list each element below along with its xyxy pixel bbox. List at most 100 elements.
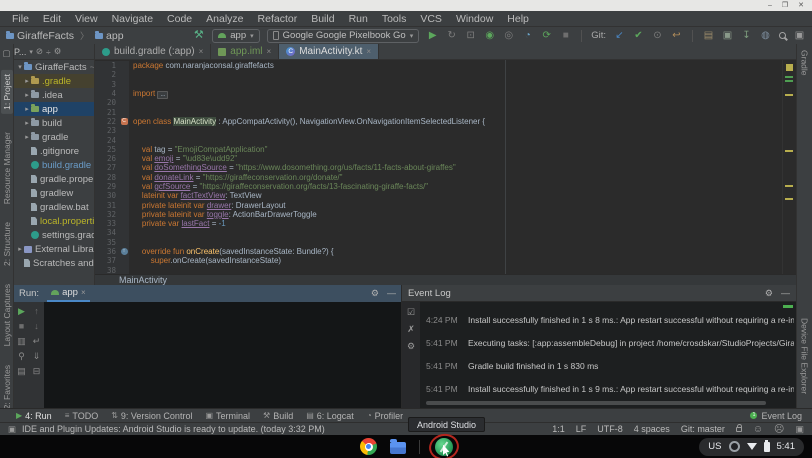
restore-layout-icon[interactable]: ▥ xyxy=(17,337,26,346)
run-tab-app[interactable]: app × xyxy=(47,285,90,302)
run-console[interactable] xyxy=(44,302,401,408)
git-revert-icon[interactable]: ↩ xyxy=(670,31,683,41)
tab-build-gradle-app-[interactable]: build.gradle (:app)× xyxy=(95,44,211,59)
editor-breadcrumb[interactable]: MainActivity xyxy=(95,274,796,285)
tree-item-gradle[interactable]: ▸gradle xyxy=(14,130,94,144)
locate-file-icon[interactable]: ⊘ xyxy=(36,46,43,57)
menu-view[interactable]: View xyxy=(68,13,105,25)
device-manager-icon[interactable]: ▤ xyxy=(702,31,715,41)
file-encoding[interactable]: UTF-8 xyxy=(597,424,623,434)
line-ending[interactable]: LF xyxy=(576,424,587,434)
tree-item--idea[interactable]: ▸.idea xyxy=(14,88,94,102)
error-stripe[interactable] xyxy=(782,60,796,274)
tree-item-gradlew-bat[interactable]: gradlew.bat xyxy=(14,200,94,214)
menu-tools[interactable]: Tools xyxy=(375,13,414,25)
expand-arrow-icon[interactable]: ▾ xyxy=(16,63,24,71)
tree-item-scratches-and-consoles[interactable]: Scratches and Consoles xyxy=(14,256,94,270)
readonly-lock-icon[interactable] xyxy=(736,427,742,432)
down-stack-trace-icon[interactable]: ↓ xyxy=(34,322,39,331)
folded-imports[interactable]: ... xyxy=(157,91,168,99)
coverage-icon[interactable]: ◎ xyxy=(502,31,515,41)
system-tray[interactable]: US 5:41 xyxy=(699,438,804,456)
run-settings-icon[interactable]: ⚙ xyxy=(371,288,379,299)
git-update-icon[interactable]: ↙ xyxy=(613,31,626,41)
mark-read-icon[interactable]: ☑ xyxy=(407,308,415,317)
toolwindow-switcher-icon[interactable]: ▣ xyxy=(8,424,16,435)
search-everywhere-icon[interactable] xyxy=(779,32,786,39)
toolwindow-button-6-logcat[interactable]: ▤6: Logcat xyxy=(306,411,354,421)
toolwindow-button-profiler[interactable]: ◔Profiler xyxy=(367,411,403,421)
close-icon[interactable]: × xyxy=(199,47,204,56)
menu-window[interactable]: Window xyxy=(449,13,500,25)
menu-refactor[interactable]: Refactor xyxy=(251,13,305,25)
maximize-icon[interactable]: ❐ xyxy=(782,2,788,9)
expand-arrow-icon[interactable]: ▸ xyxy=(23,77,31,85)
run-config-selector[interactable]: app ▾ xyxy=(212,29,259,43)
close-icon[interactable]: ✕ xyxy=(798,2,804,9)
feedback-smile-icon[interactable]: ☺ xyxy=(753,424,763,435)
toolwindow-button-2-favorites[interactable]: 2: Favorites xyxy=(2,365,12,409)
status-message[interactable]: IDE and Plugin Updates: Android Studio i… xyxy=(22,424,325,434)
collapse-all-icon[interactable]: ÷ xyxy=(46,47,51,57)
close-icon[interactable]: × xyxy=(81,288,86,297)
toolwindow-button-device-file-explorer[interactable]: Device File Explorer xyxy=(800,318,810,394)
menu-build[interactable]: Build xyxy=(304,13,341,25)
build-hammer-icon[interactable]: ⚒ xyxy=(192,30,205,41)
toolwindow-anchor-icon[interactable]: ▢ xyxy=(2,48,10,59)
tree-item-gradle-properties[interactable]: gradle.properties xyxy=(14,172,94,186)
rerun-icon[interactable]: ▶ xyxy=(18,307,25,316)
stop-icon[interactable]: ■ xyxy=(559,31,572,41)
notifications-icon[interactable]: ▣ xyxy=(795,424,804,435)
tab-mainactivity-kt[interactable]: CMainActivity.kt× xyxy=(279,44,379,59)
event-log-entry[interactable]: 5:41 PMExecuting tasks: [:app:assembleDe… xyxy=(420,338,794,348)
expand-arrow-icon[interactable]: ▸ xyxy=(16,245,24,253)
run-icon[interactable]: ▶ xyxy=(426,31,439,41)
menu-edit[interactable]: Edit xyxy=(36,13,68,25)
tree-item-external-libraries[interactable]: ▸External Libraries xyxy=(14,242,94,256)
code-editor[interactable]: 1package com.naranjaconsal.giraffefacts2… xyxy=(95,60,796,285)
menu-file[interactable]: File xyxy=(5,13,36,25)
toolwindow-button-layout-captures[interactable]: Layout Captures xyxy=(2,284,12,346)
caret-position[interactable]: 1:1 xyxy=(552,424,565,434)
toolwindow-button-build[interactable]: ⚒Build xyxy=(263,411,293,421)
menu-run[interactable]: Run xyxy=(342,13,375,25)
clear-icon[interactable]: ▤ xyxy=(17,367,26,376)
toolwindow-button-9-version-control[interactable]: ⇅9: Version Control xyxy=(111,411,192,421)
minimize-icon[interactable]: – xyxy=(768,2,772,9)
override-gutter-icon[interactable]: ↑ xyxy=(121,248,128,255)
menu-vcs[interactable]: VCS xyxy=(413,13,449,25)
menu-navigate[interactable]: Navigate xyxy=(105,13,160,25)
settings-sync-icon[interactable]: ▣ xyxy=(793,31,806,41)
toolwindow-button-resource-manager[interactable]: Resource Manager xyxy=(2,132,12,204)
running-devices-icon[interactable]: ▣ xyxy=(721,31,734,41)
toolwindow-button-2-structure[interactable]: 2: Structure xyxy=(2,222,12,266)
pin-icon[interactable]: ⚲ xyxy=(18,352,25,361)
toolwindow-button-4-run[interactable]: ▶4: Run xyxy=(16,411,52,421)
apply-changes-activity-icon[interactable]: ⟳ xyxy=(540,31,553,41)
clear-all-icon[interactable]: ✗ xyxy=(407,325,415,334)
sdk-manager-icon[interactable]: ↧ xyxy=(740,31,753,41)
apply-code-changes-icon[interactable]: ⊡ xyxy=(464,31,477,41)
event-log-settings-icon[interactable]: ⚙ xyxy=(765,288,773,299)
tab-app-iml[interactable]: app.iml× xyxy=(211,44,279,59)
chrome-icon[interactable] xyxy=(360,438,377,455)
debug-icon[interactable]: ◉ xyxy=(483,31,496,41)
tree-item-gradlew[interactable]: gradlew xyxy=(14,186,94,200)
menu-analyze[interactable]: Analyze xyxy=(199,13,250,25)
apply-changes-icon[interactable]: ↻ xyxy=(445,31,458,41)
settings-wrench-icon[interactable]: ⚙ xyxy=(407,342,415,351)
panel-settings-icon[interactable]: ⚙ xyxy=(54,46,62,57)
expand-arrow-icon[interactable]: ▸ xyxy=(23,105,31,113)
toolwindow-button-terminal[interactable]: ▣Terminal xyxy=(205,411,250,421)
toolwindow-button-todo[interactable]: ≡TODO xyxy=(65,411,99,421)
tree-item--gradle[interactable]: ▸.gradle xyxy=(14,74,94,88)
avd-manager-icon[interactable]: ◍ xyxy=(759,31,772,41)
scroll-to-end-icon[interactable]: ⇓ xyxy=(33,352,41,361)
git-history-icon[interactable]: ⊙ xyxy=(651,31,664,41)
event-log-entry[interactable]: 5:41 PMInstall successfully finished in … xyxy=(420,384,794,394)
project-view-dropdown[interactable]: P... xyxy=(14,47,26,57)
toolwindow-button-1-project[interactable]: 1: Project xyxy=(1,70,13,114)
class-gutter-icon[interactable]: C xyxy=(121,118,128,125)
android-studio-taskbar-icon[interactable] xyxy=(433,436,455,458)
tree-item-local-properties[interactable]: local.properties xyxy=(14,214,94,228)
